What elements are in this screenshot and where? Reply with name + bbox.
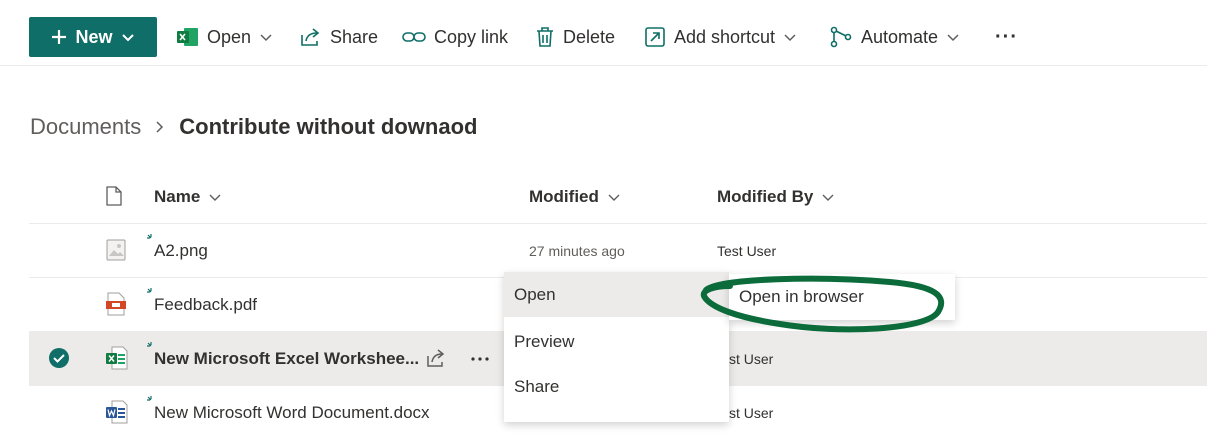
column-header-modified[interactable]: Modified bbox=[529, 170, 621, 223]
new-button-label: New bbox=[75, 26, 113, 47]
column-header-name[interactable]: Name bbox=[154, 170, 222, 223]
trash-icon bbox=[537, 27, 553, 47]
chevron-right-icon bbox=[156, 121, 164, 133]
breadcrumb: Documents Contribute without downaod bbox=[30, 112, 477, 142]
image-file-icon bbox=[106, 239, 126, 261]
delete-button-label: Delete bbox=[563, 26, 616, 47]
more-actions-icon[interactable] bbox=[470, 356, 490, 362]
modified-by[interactable]: st User bbox=[729, 332, 773, 385]
more-icon: ··· bbox=[995, 25, 1018, 48]
open-button[interactable]: Open bbox=[177, 17, 273, 57]
file-name-link[interactable]: New Microsoft Excel Workshee... bbox=[154, 332, 419, 385]
chevron-down-icon bbox=[209, 194, 221, 201]
open-submenu: Open in browser bbox=[729, 274, 955, 320]
flow-icon bbox=[830, 26, 852, 48]
add-shortcut-button[interactable]: Add shortcut bbox=[644, 17, 797, 57]
share-icon[interactable] bbox=[426, 348, 446, 368]
context-menu: Open Preview Share bbox=[504, 272, 729, 422]
checkmark-selected-icon[interactable] bbox=[48, 347, 70, 369]
column-header-modified-label: Modified bbox=[529, 186, 599, 206]
excel-file-icon bbox=[106, 346, 128, 370]
command-bar: New Open Share Copy link Delete Add shor… bbox=[0, 0, 1207, 66]
file-name-link[interactable]: New Microsoft Word Document.docx bbox=[154, 386, 430, 439]
file-type-icon[interactable] bbox=[106, 186, 122, 206]
more-options-button[interactable]: ··· bbox=[995, 17, 1018, 57]
chevron-down-icon bbox=[608, 194, 620, 201]
share-button[interactable]: Share bbox=[300, 17, 378, 57]
automate-button[interactable]: Automate bbox=[829, 17, 960, 57]
column-header-modified-by[interactable]: Modified By bbox=[717, 170, 835, 223]
column-header-modified-by-label: Modified By bbox=[717, 186, 814, 206]
open-button-label: Open bbox=[207, 26, 252, 47]
pdf-file-icon bbox=[106, 292, 126, 316]
chevron-down-icon bbox=[121, 34, 134, 42]
chevron-down-icon bbox=[784, 34, 796, 42]
shortcut-icon bbox=[645, 27, 665, 47]
word-file-icon bbox=[106, 400, 128, 424]
modified-by[interactable]: Test User bbox=[717, 224, 776, 277]
list-header: Name Modified Modified By bbox=[29, 170, 1207, 224]
column-header-name-label: Name bbox=[154, 186, 201, 206]
modified-by[interactable]: st User bbox=[729, 386, 773, 439]
file-name-link[interactable]: Feedback.pdf bbox=[154, 278, 257, 331]
copy-link-button[interactable]: Copy link bbox=[402, 17, 508, 57]
table-row[interactable]: A2.png 27 minutes ago Test User bbox=[29, 224, 1207, 278]
breadcrumb-root[interactable]: Documents bbox=[30, 114, 141, 140]
new-button[interactable]: New bbox=[29, 17, 157, 57]
plus-icon bbox=[52, 30, 67, 44]
share-icon bbox=[301, 28, 320, 46]
excel-icon bbox=[177, 28, 198, 46]
menu-item-open[interactable]: Open bbox=[504, 272, 729, 317]
menu-item-preview[interactable]: Preview bbox=[504, 319, 729, 364]
share-button-label: Share bbox=[330, 26, 379, 47]
chevron-down-icon bbox=[260, 34, 272, 42]
menu-item-share[interactable]: Share bbox=[504, 364, 729, 409]
link-icon bbox=[402, 32, 426, 42]
chevron-down-icon bbox=[947, 34, 959, 42]
file-name-link[interactable]: A2.png bbox=[154, 224, 208, 277]
copy-link-button-label: Copy link bbox=[434, 26, 509, 47]
delete-button[interactable]: Delete bbox=[535, 17, 615, 57]
chevron-down-icon bbox=[822, 194, 834, 201]
submenu-item-open-in-browser[interactable]: Open in browser bbox=[739, 287, 864, 307]
breadcrumb-current: Contribute without downaod bbox=[179, 114, 478, 139]
add-shortcut-button-label: Add shortcut bbox=[674, 26, 776, 47]
modified-date: 27 minutes ago bbox=[529, 242, 625, 259]
automate-button-label: Automate bbox=[861, 26, 939, 47]
